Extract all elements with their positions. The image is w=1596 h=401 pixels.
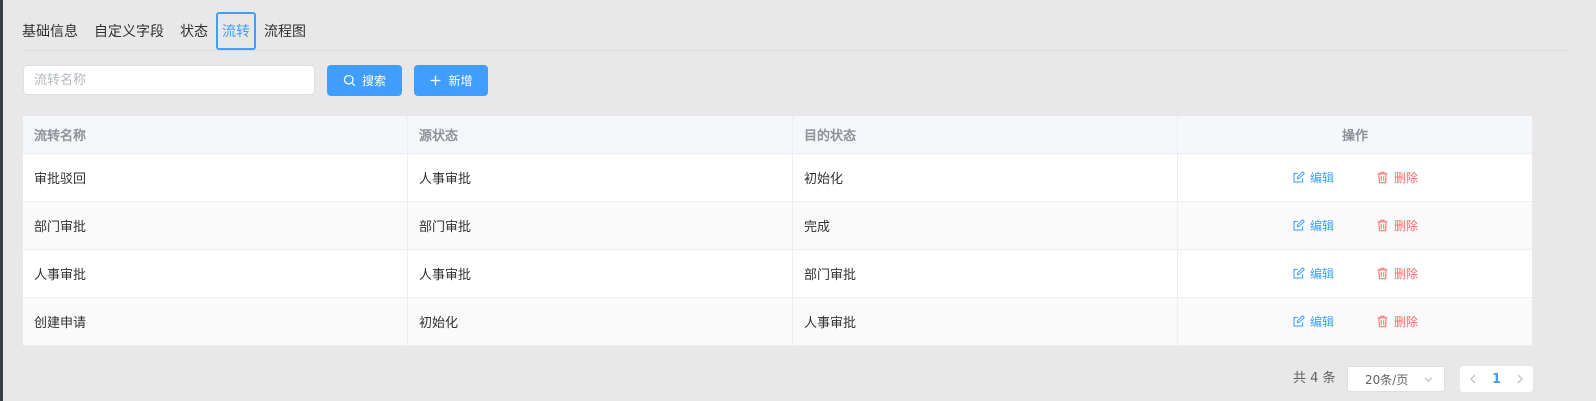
cell-source-status: 人事审批 <box>408 154 793 201</box>
column-header-name: 流转名称 <box>23 116 408 153</box>
table-header-row: 流转名称 源状态 目的状态 操作 <box>23 116 1532 154</box>
edit-button[interactable]: 编辑 <box>1292 313 1334 330</box>
tab-custom-fields[interactable]: 自定义字段 <box>86 12 172 50</box>
add-button[interactable]: 新增 <box>414 65 488 96</box>
edit-button[interactable]: 编辑 <box>1292 217 1334 234</box>
cell-actions: 编辑 删除 <box>1178 202 1532 249</box>
table-row: 审批驳回 人事审批 初始化 编辑 删除 <box>23 154 1532 202</box>
cell-transition-name: 审批驳回 <box>23 154 408 201</box>
next-page-button[interactable] <box>1515 374 1525 384</box>
cell-target-status: 部门审批 <box>793 250 1178 297</box>
prev-page-button[interactable] <box>1468 374 1478 384</box>
pagination-total: 共 4 条 <box>1293 371 1336 386</box>
cell-target-status: 完成 <box>793 202 1178 249</box>
transition-name-input[interactable] <box>23 65 315 95</box>
cell-transition-name: 创建申请 <box>23 298 408 345</box>
cell-target-status: 人事审批 <box>793 298 1178 345</box>
edit-label: 编辑 <box>1309 171 1334 185</box>
add-button-label: 新增 <box>448 74 473 88</box>
chevron-right-icon <box>1517 374 1523 384</box>
tab-bar: 基础信息 自定义字段 状态 流转 流程图 <box>22 12 314 50</box>
delete-label: 删除 <box>1394 267 1419 281</box>
search-button-label: 搜索 <box>361 74 386 88</box>
table-row: 部门审批 部门审批 完成 编辑 删除 <box>23 202 1532 250</box>
delete-button[interactable]: 删除 <box>1376 169 1418 186</box>
edit-icon <box>1293 171 1305 183</box>
cell-transition-name: 人事审批 <box>23 250 408 297</box>
plus-icon <box>431 75 441 86</box>
edit-label: 编辑 <box>1309 219 1334 233</box>
cell-transition-name: 部门审批 <box>23 202 408 249</box>
edit-label: 编辑 <box>1309 315 1334 329</box>
column-header-actions: 操作 <box>1341 129 1368 144</box>
pagination: 1 <box>1460 366 1533 392</box>
delete-button[interactable]: 删除 <box>1376 217 1418 234</box>
page-number-current[interactable]: 1 <box>1492 372 1501 387</box>
page-size-select[interactable]: 20条/页 <box>1347 366 1445 392</box>
tabs-divider <box>22 50 1568 51</box>
delete-label: 删除 <box>1394 315 1419 329</box>
page-size-value: 20条/页 <box>1365 372 1409 387</box>
search-icon <box>343 74 356 87</box>
table-row: 创建申请 初始化 人事审批 编辑 删除 <box>23 298 1532 346</box>
trash-icon <box>1377 219 1388 232</box>
left-edge-bar <box>0 0 3 401</box>
delete-button[interactable]: 删除 <box>1376 313 1418 330</box>
transition-table: 流转名称 源状态 目的状态 操作 审批驳回 人事审批 初始化 编辑 删除 部门审… <box>23 116 1532 346</box>
column-header-target: 目的状态 <box>793 116 1178 153</box>
delete-label: 删除 <box>1394 171 1419 185</box>
search-button[interactable]: 搜索 <box>327 65 402 96</box>
chevron-left-icon <box>1470 374 1476 384</box>
tab-flowchart[interactable]: 流程图 <box>256 12 314 50</box>
cell-actions: 编辑 删除 <box>1178 154 1532 201</box>
chevron-down-icon <box>1424 376 1433 382</box>
edit-icon <box>1293 267 1305 279</box>
edit-icon <box>1293 219 1305 231</box>
table-row: 人事审批 人事审批 部门审批 编辑 删除 <box>23 250 1532 298</box>
edit-button[interactable]: 编辑 <box>1292 169 1334 186</box>
tab-status[interactable]: 状态 <box>172 12 216 50</box>
trash-icon <box>1377 267 1388 280</box>
tab-basic-info[interactable]: 基础信息 <box>22 12 86 50</box>
cell-actions: 编辑 删除 <box>1178 250 1532 297</box>
cell-actions: 编辑 删除 <box>1178 298 1532 345</box>
edit-button[interactable]: 编辑 <box>1292 265 1334 282</box>
delete-label: 删除 <box>1394 219 1419 233</box>
tab-transition[interactable]: 流转 <box>216 12 256 50</box>
cell-source-status: 初始化 <box>408 298 793 345</box>
edit-label: 编辑 <box>1309 267 1334 281</box>
cell-source-status: 部门审批 <box>408 202 793 249</box>
delete-button[interactable]: 删除 <box>1376 265 1418 282</box>
trash-icon <box>1377 315 1388 328</box>
cell-source-status: 人事审批 <box>408 250 793 297</box>
edit-icon <box>1293 315 1305 327</box>
trash-icon <box>1377 171 1388 184</box>
cell-target-status: 初始化 <box>793 154 1178 201</box>
column-header-source: 源状态 <box>408 116 793 153</box>
